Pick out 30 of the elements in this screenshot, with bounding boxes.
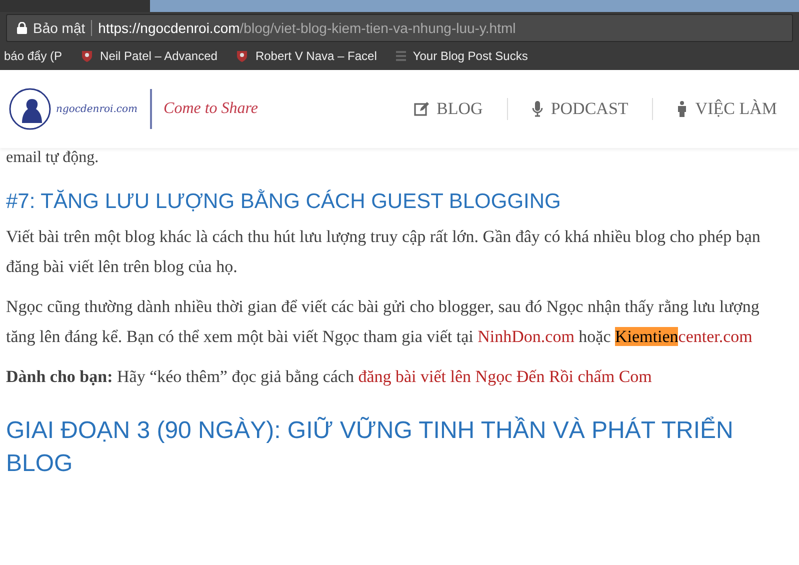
logo-text: ngocdenroi.com [56,104,138,114]
paragraph-text: Viết bài trên một blog khác là cách thu hút lưu lượng truy cập rất lớn. Gần đây có khá nhiều blog cho phép bạn đăng bài viết lên trên blog của họ. [6,226,762,278]
text-link[interactable]: NinhDon.com [478,327,574,346]
logo-icon [8,87,52,131]
section-heading: #7: TĂNG LƯU LƯỢNG BẰNG CÁCH GUEST BLOGGING [6,188,562,215]
page-icon [394,50,407,62]
bookmark[interactable]: Robert V Nava – Facel [235,49,377,63]
address-bar[interactable]: Bảo mật https://ngocdenroi.com/blog/viet-blog-kiem-tien-va-nhung-luu-y.html [6,14,793,42]
bookmark[interactable]: Your Blog Post Sucks [394,49,528,63]
lock-icon [17,22,27,34]
person-icon [677,101,688,117]
paragraph-text: email tự động. [6,148,100,168]
shield-icon [80,49,94,63]
section-heading: GIAI ĐOẠN 3 (90 NGÀY): GIỮ VỮNG TINH THẦN VÀ PHÁT TRIỂN BLOG [6,416,734,479]
url-text: https://ngocdenroi.com/blog/viet-blog-kiem-tien-va-nhung-luu-y.html [98,20,516,36]
tagline: Come to Share [164,100,258,118]
nav-link[interactable]: VIỆC LÀM [677,99,777,119]
nav-link[interactable]: PODCAST [532,99,628,119]
bookmark[interactable]: báo đẩy (P [4,49,62,63]
browser-tab[interactable] [150,0,799,12]
shield-icon [235,49,250,63]
bookmark[interactable]: Neil Patel – Advanced [80,49,218,63]
paragraph-text: Ngọc cũng thường dành nhiều thời gian để viết các bài gửi cho blogger, sau đó Ngọc nhận thấy rằng lưu lượng tăng lên đáng kể. Bạn có thể xem một bài viết Ngọc tham gia viết tại NinhDon.com hoặc Kiemtiencenter.com [6,296,760,348]
paragraph-text: Dành cho bạn: Hãy “kéo thêm” đọc giả bằng cách đăng bài viết lên Ngọc Đến Rồi chấm Com [6,366,653,388]
text-link[interactable]: Kiemtiencenter.com [615,327,752,346]
text-link[interactable]: đăng bài viết lên Ngọc Đến Rồi chấm Com [358,367,652,386]
security-label: Bảo mật [33,20,86,36]
edit-icon [414,102,429,116]
microphone-icon [532,101,543,117]
nav-link[interactable]: BLOG [414,99,483,119]
